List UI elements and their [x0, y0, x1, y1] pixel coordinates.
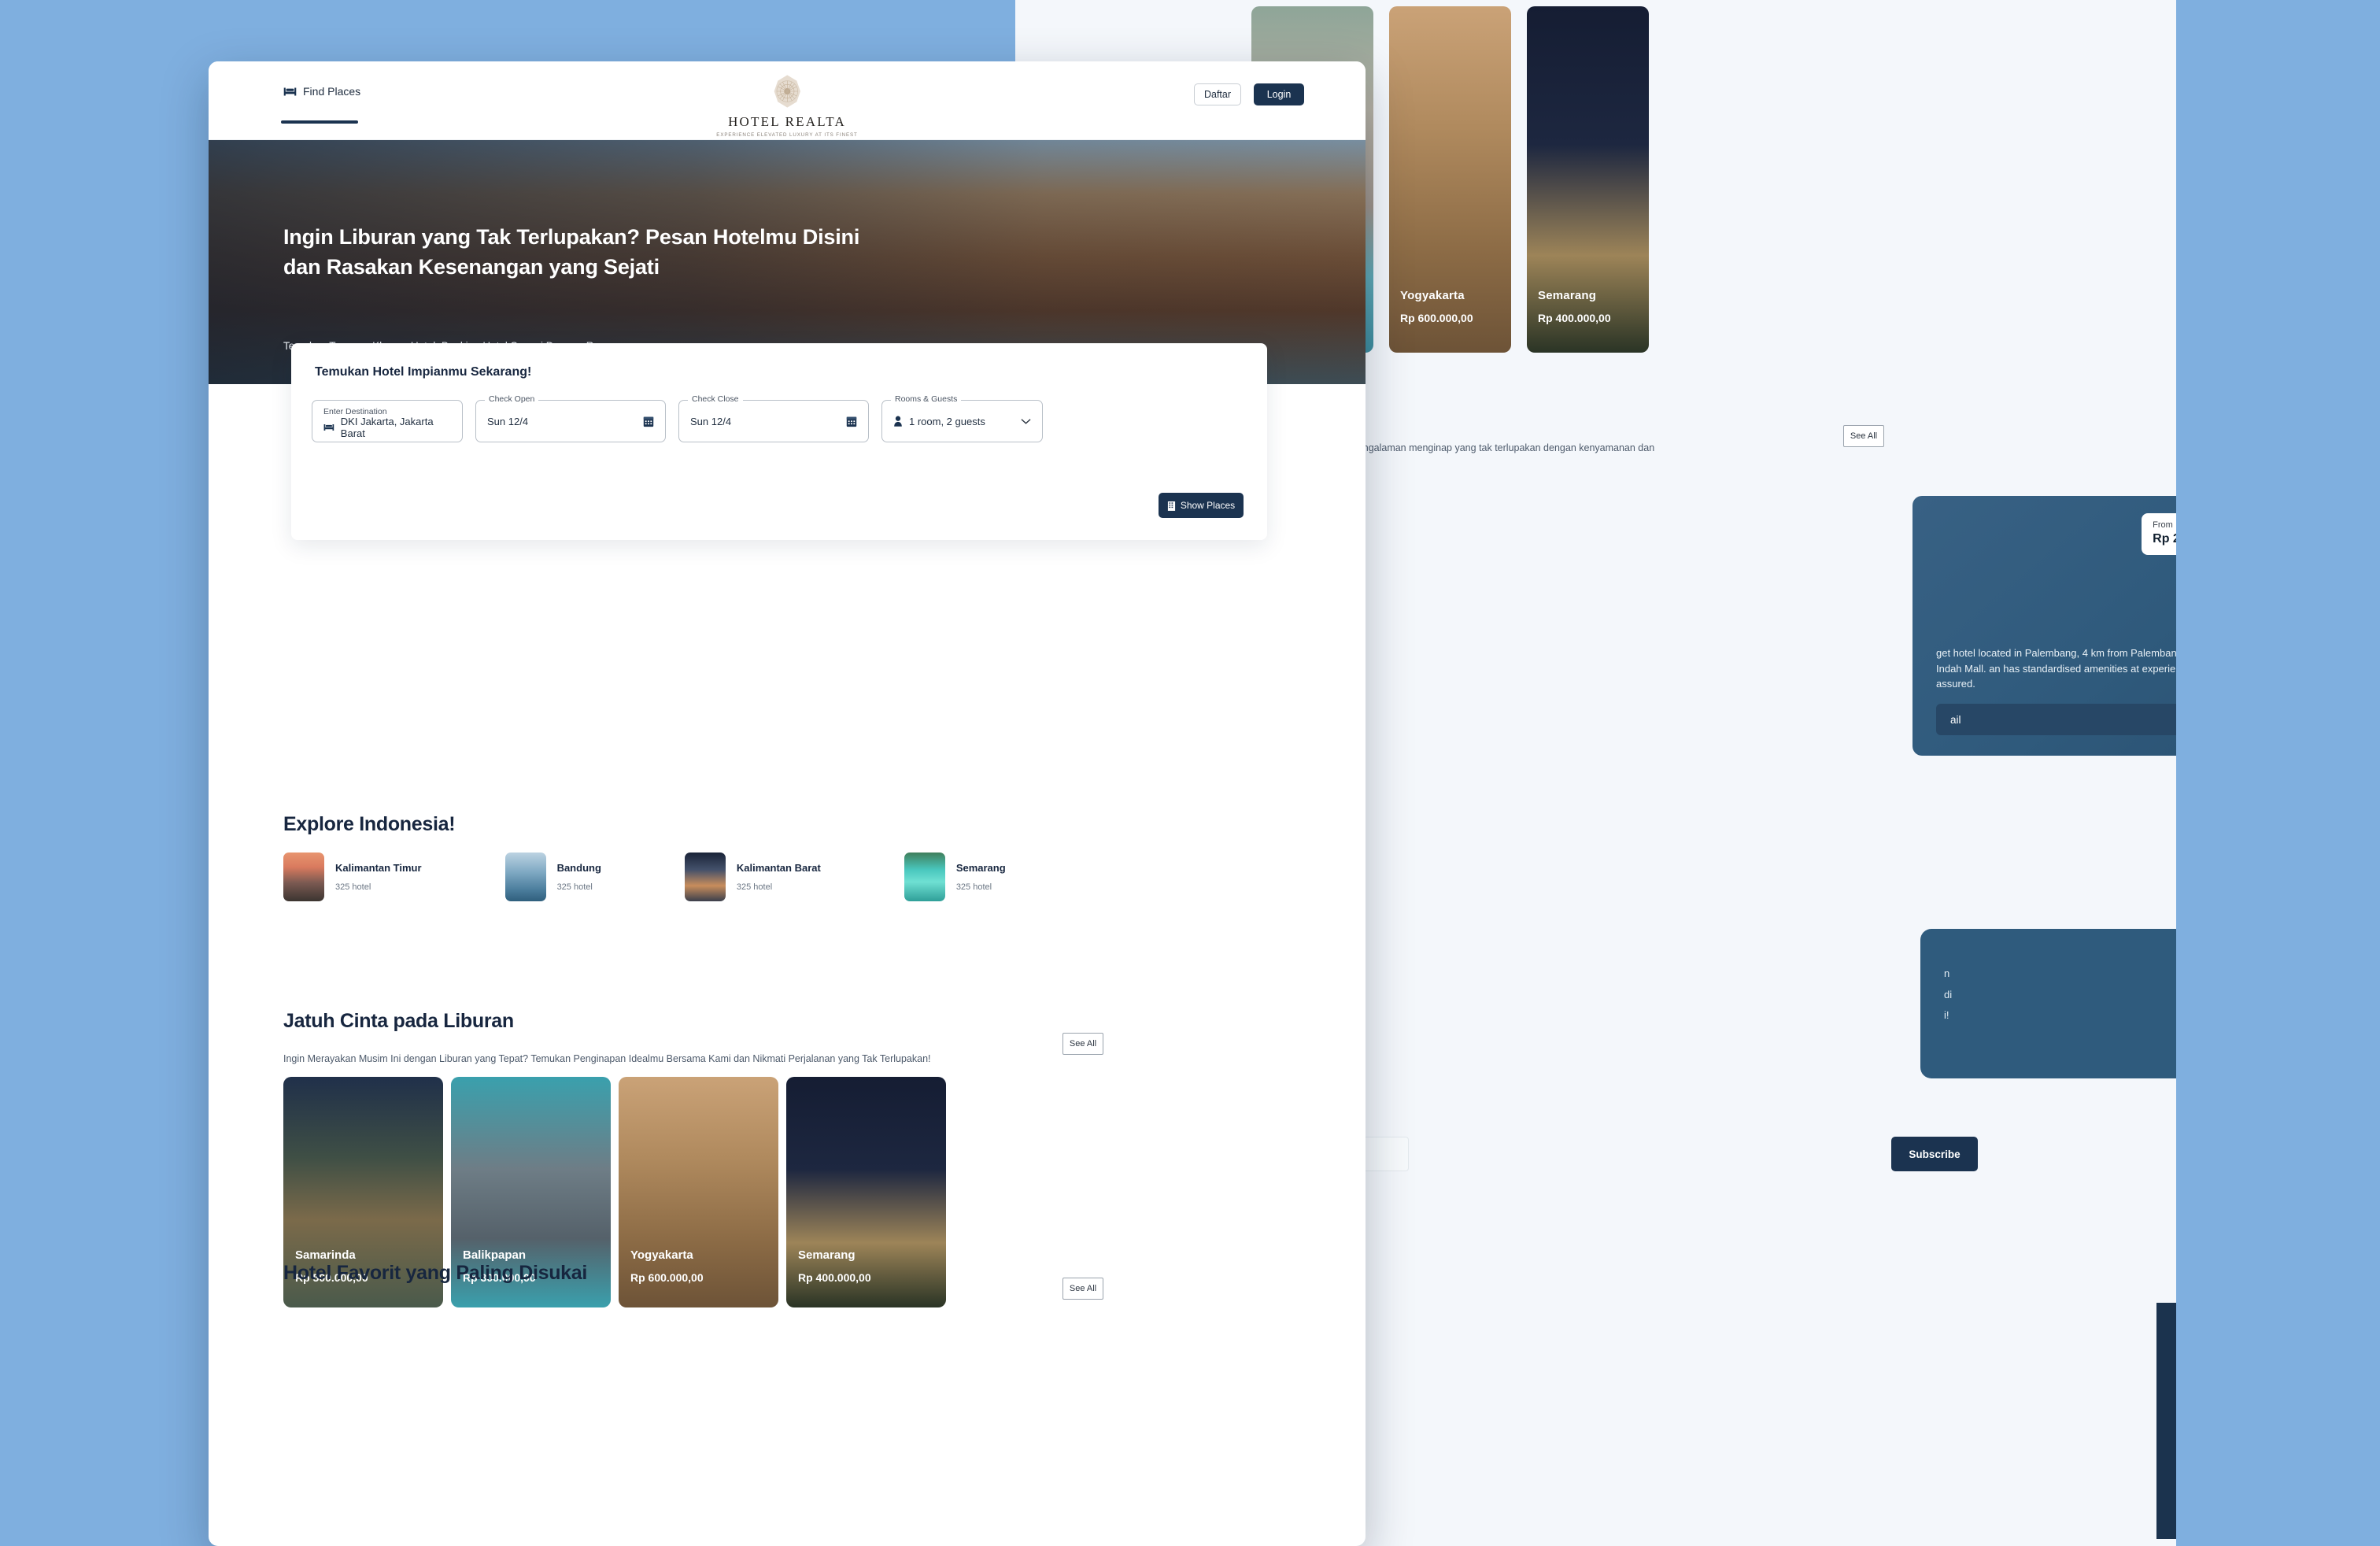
bg-newsletter-line-1: n	[1944, 967, 1950, 979]
love-section-title: Jatuh Cinta pada Liburan	[283, 1010, 514, 1032]
check-close-value: Sun 12/4	[690, 415, 732, 427]
check-close-label: Check Close	[688, 394, 743, 404]
mandala-icon	[774, 75, 800, 108]
explore-thumbnail	[684, 853, 726, 901]
explore-thumbnail	[504, 853, 546, 901]
chevron-down-icon[interactable]	[1021, 418, 1031, 425]
search-card: Temukan Hotel Impianmu Sekarang! Enter D…	[291, 343, 1267, 540]
destination-value-wrap: DKI Jakarta, Jakarta Barat	[323, 416, 451, 439]
hotel-card-city: Yogyakarta	[630, 1248, 693, 1262]
bg-newsletter-line-3: i!	[1944, 1009, 1949, 1022]
favorite-see-all-button[interactable]: See All	[1062, 1278, 1103, 1300]
bg-hotel-price: Rp 400.000,00	[1538, 312, 1611, 324]
register-button[interactable]: Daftar	[1194, 83, 1241, 105]
bed-icon	[283, 87, 297, 95]
bed-icon	[323, 423, 334, 431]
hotel-card-city: Semarang	[798, 1248, 856, 1262]
login-button[interactable]: Login	[1254, 83, 1304, 105]
check-open-field[interactable]: Check Open Sun 12/4	[475, 394, 666, 442]
rooms-guests-field[interactable]: Rooms & Guests 1 room, 2 guests	[881, 394, 1043, 442]
rooms-guests-label: Rooms & Guests	[891, 394, 962, 404]
person-icon	[894, 416, 902, 427]
bg-hotel-card[interactable]: Yogyakarta Rp 600.000,00	[1389, 6, 1511, 353]
hotel-card-city: Samarinda	[295, 1248, 356, 1262]
explore-item[interactable]: Kalimantan Barat 325 hotel	[684, 853, 821, 901]
bg-newsletter-band: n di i!	[1920, 929, 2176, 1078]
hotel-card-price: Rp 600.000,00	[630, 1271, 704, 1284]
explore-item[interactable]: Bandung 325 hotel	[504, 853, 601, 901]
rooms-guests-value: 1 room, 2 guests	[909, 415, 985, 427]
explore-thumbnail	[904, 853, 945, 901]
nav-active-indicator	[281, 120, 358, 124]
search-fields: Enter Destination DKI Jakarta, Jakarta B…	[312, 394, 1043, 442]
calendar-icon[interactable]	[846, 416, 857, 427]
nav-auth-buttons: Daftar Login	[1194, 83, 1304, 105]
search-card-title: Temukan Hotel Impianmu Sekarang!	[315, 365, 532, 379]
hotel-card[interactable]: Semarang Rp 400.000,00	[786, 1077, 946, 1307]
explore-item-count: 325 hotel	[955, 882, 992, 892]
hero-heading: Ingin Liburan yang Tak Terlupakan? Pesan…	[283, 225, 860, 279]
explore-title: Explore Indonesia!	[283, 813, 456, 835]
bg-promo-price-box: From Rp 220.000,00	[2142, 513, 2176, 555]
foreground-window: Find Places HOTEL REALTA EXPERIENCE ELEV…	[209, 61, 1366, 1546]
explore-item-name: Kalimantan Timur	[335, 862, 422, 874]
brand-logo[interactable]: HOTEL REALTA EXPERIENCE ELEVATED LUXURY …	[716, 74, 857, 138]
favorite-section-title: Hotel Favorit yang Paling Disukai	[283, 1262, 588, 1284]
check-open-value: Sun 12/4	[487, 415, 529, 427]
explore-item-count: 325 hotel	[556, 882, 593, 892]
bg-promo-price: Rp 220.000,00	[2153, 532, 2176, 546]
hotel-card-price: Rp 400.000,00	[798, 1271, 871, 1284]
hotel-card-city: Balikpapan	[463, 1248, 527, 1262]
explore-item[interactable]: Semarang 325 hotel	[904, 853, 1006, 901]
building-icon	[1167, 501, 1175, 511]
bg-promo-detail-button[interactable]: ail	[1936, 704, 2176, 735]
bg-see-all-button[interactable]: See All	[1843, 425, 1884, 447]
explore-item-name: Kalimantan Barat	[736, 862, 821, 874]
rooms-guests-value-wrap: 1 room, 2 guests	[893, 416, 985, 427]
check-close-field[interactable]: Check Close Sun 12/4	[678, 394, 869, 442]
show-places-label: Show Places	[1180, 500, 1236, 511]
bg-newsletter-text: n di i!	[1944, 963, 2086, 1026]
hotel-card[interactable]: Yogyakarta Rp 600.000,00	[619, 1077, 778, 1307]
bg-newsletter-line-2: di	[1944, 988, 1953, 1000]
explore-thumbnail	[283, 853, 324, 901]
bg-subscribe-button[interactable]: Subscribe	[1891, 1137, 1978, 1171]
nav-item-find-places[interactable]: Find Places	[283, 85, 360, 98]
explore-item-count: 325 hotel	[335, 882, 371, 892]
show-places-button[interactable]: Show Places	[1159, 493, 1244, 518]
love-section-subtitle: Ingin Merayakan Musim Ini dengan Liburan…	[283, 1053, 931, 1064]
bg-promo-description: get hotel located in Palembang, 4 km fro…	[1936, 647, 2176, 690]
bg-promo-card[interactable]: From Rp 220.000,00 get hotel located in …	[1913, 496, 2176, 756]
bg-hotel-card[interactable]: Semarang Rp 400.000,00	[1527, 6, 1649, 353]
love-see-all-button[interactable]: See All	[1062, 1033, 1103, 1055]
bg-promo-from-label: From	[2153, 520, 2173, 530]
bg-hotel-city: Yogyakarta	[1400, 289, 1465, 302]
brand-tagline: EXPERIENCE ELEVATED LUXURY AT ITS FINEST	[716, 132, 858, 138]
explore-item-name: Semarang	[955, 862, 1006, 874]
destination-label: Enter Destination	[323, 407, 387, 416]
destination-value: DKI Jakarta, Jakarta Barat	[340, 416, 434, 439]
bg-hotel-price: Rp 600.000,00	[1400, 312, 1473, 324]
explore-list: Kalimantan Timur 325 hotel Bandung 325 h…	[283, 853, 1006, 901]
navbar: Find Places HOTEL REALTA EXPERIENCE ELEV…	[209, 61, 1366, 140]
explore-item[interactable]: Kalimantan Timur 325 hotel	[283, 853, 422, 901]
bg-footer: Hotel Kita Jakarta Bandung Samarinda Sem…	[2156, 1303, 2176, 1539]
nav-find-places-label: Find Places	[303, 85, 361, 98]
explore-item-count: 325 hotel	[736, 882, 773, 892]
calendar-icon[interactable]	[643, 416, 654, 427]
bg-hotel-city: Semarang	[1538, 289, 1597, 302]
explore-item-name: Bandung	[556, 862, 601, 874]
brand-name: HOTEL REALTA	[728, 114, 846, 129]
check-open-label: Check Open	[485, 394, 539, 404]
destination-field[interactable]: Enter Destination DKI Jakarta, Jakarta B…	[312, 400, 463, 442]
